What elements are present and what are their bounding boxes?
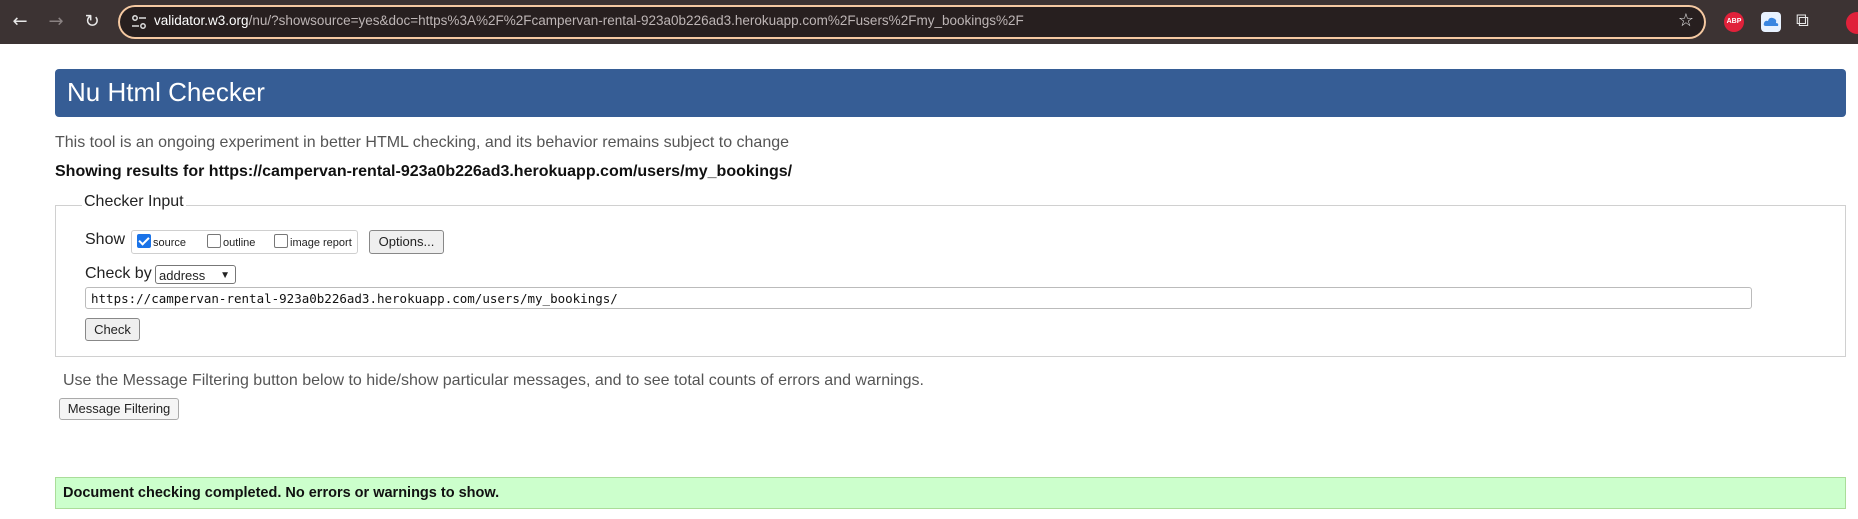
extensions-icon[interactable]: ⧉ [1796, 10, 1809, 31]
outline-checkbox[interactable] [207, 234, 221, 248]
show-label: Show [85, 231, 126, 248]
results-heading: Showing results for https://campervan-re… [55, 163, 793, 180]
source-checkbox-label[interactable]: source [153, 237, 186, 249]
image-report-checkbox-label[interactable]: image report [290, 237, 352, 249]
site-settings-icon[interactable] [130, 13, 148, 31]
page-title: Nu Html Checker [67, 77, 265, 107]
address-input[interactable]: https://campervan-rental-923a0b226ad3.he… [85, 287, 1752, 309]
check-by-select[interactable]: address ▼ [155, 265, 236, 284]
success-message: Document checking completed. No errors o… [63, 485, 500, 501]
success-message-box: Document checking completed. No errors o… [55, 477, 1846, 509]
url-text[interactable]: validator.w3.org/nu/?showsource=yes&doc=… [154, 13, 1024, 28]
url-path: /nu/?showsource=yes&doc=https%3A%2F%2Fca… [248, 13, 1024, 28]
cloud-icon[interactable] [1761, 12, 1781, 32]
browser-toolbar: ← → ↻ validator.w3.org/nu/?showsource=ye… [0, 0, 1858, 44]
reload-icon[interactable]: ↻ [80, 10, 104, 34]
check-button[interactable]: Check [85, 318, 140, 341]
image-report-checkbox[interactable] [274, 234, 288, 248]
profile-icon[interactable] [1846, 12, 1858, 34]
check-by-label: Check by [85, 265, 152, 282]
star-icon[interactable]: ☆ [1678, 10, 1694, 31]
source-checkbox[interactable] [137, 234, 151, 248]
url-host: validator.w3.org [154, 13, 249, 28]
show-options-group: source outline image report [131, 230, 358, 254]
adblock-icon[interactable]: ABP [1724, 12, 1744, 32]
options-button[interactable]: Options... [369, 230, 444, 254]
checker-input-legend: Checker Input [82, 193, 186, 211]
back-icon[interactable]: ← [8, 10, 32, 34]
checker-input-fieldset [55, 205, 1846, 357]
outline-checkbox-label[interactable]: outline [223, 237, 255, 249]
address-bar[interactable]: validator.w3.org/nu/?showsource=yes&doc=… [118, 5, 1706, 39]
header-bar: Nu Html Checker [55, 69, 1846, 117]
intro-text: This tool is an ongoing experiment in be… [55, 134, 790, 151]
check-by-value: address [159, 268, 206, 283]
forward-icon[interactable]: → [44, 10, 68, 34]
filtering-note: Use the Message Filtering button below t… [63, 372, 924, 389]
chevron-down-icon: ▼ [220, 270, 230, 281]
message-filtering-button[interactable]: Message Filtering [59, 398, 179, 420]
